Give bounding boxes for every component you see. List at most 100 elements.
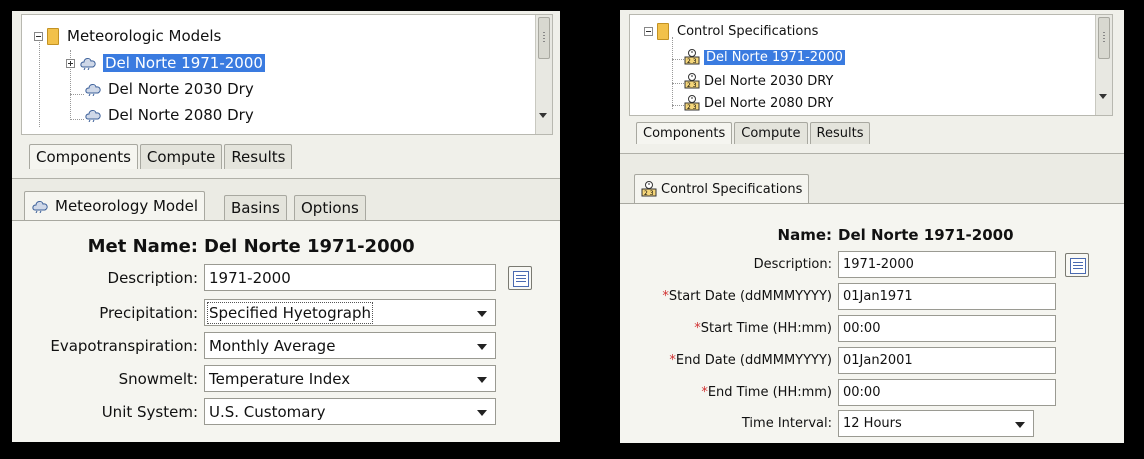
- end-time-field[interactable]: 00:00: [838, 379, 1056, 406]
- folder-icon: [47, 27, 59, 45]
- snowmelt-select[interactable]: Temperature Index: [204, 365, 496, 392]
- control-specifications-panel: Control Specifications 2 3 Del Norte 197…: [620, 10, 1124, 443]
- tree-root-meteorologic-models[interactable]: Meteorologic Models: [34, 27, 221, 45]
- tree-item-label: Del Norte 1971-2000: [704, 49, 845, 65]
- cloud-icon: [32, 201, 48, 213]
- meteorologic-models-panel: Meteorologic Models Del Norte 1971-2000 …: [12, 11, 560, 442]
- control-spec-icon: 2 3: [641, 181, 657, 197]
- tree-connector: [672, 37, 673, 109]
- tree-item-label: Del Norte 1971-2000: [103, 54, 265, 72]
- tab-results[interactable]: Results: [224, 144, 293, 169]
- component-editor: Meteorology Model Basins Options Met Nam…: [12, 178, 560, 442]
- tree-item[interactable]: 2 3 Del Norte 2080 DRY: [684, 95, 833, 111]
- time-interval-label: Time Interval:: [741, 416, 832, 431]
- cloud-icon: [85, 110, 101, 122]
- unit-system-label: Unit System:: [101, 402, 198, 421]
- start-time-field[interactable]: 00:00: [838, 315, 1056, 342]
- tree-scrollbar[interactable]: [1095, 15, 1112, 115]
- tab-options[interactable]: Options: [294, 195, 366, 221]
- tab-components[interactable]: Components: [29, 144, 138, 169]
- tab-compute[interactable]: Compute: [734, 122, 808, 144]
- end-date-row: *End Date (ddMMMYYYY) 01Jan2001: [620, 347, 1056, 374]
- scrollbar-thumb[interactable]: [1098, 17, 1110, 59]
- control-spec-icon: 2 3: [684, 49, 700, 65]
- control-specifications-tree[interactable]: Control Specifications 2 3 Del Norte 197…: [629, 14, 1113, 116]
- tree-root-control-specifications[interactable]: Control Specifications: [644, 23, 818, 40]
- unit-system-row: Unit System: U.S. Customary: [12, 398, 496, 425]
- name-label: Name:: [777, 226, 832, 244]
- component-editor: 2 3 Control Specifications Name: Del Nor…: [620, 153, 1124, 443]
- cloud-icon: [85, 84, 101, 96]
- collapse-icon[interactable]: [34, 31, 43, 41]
- tree-scrollbar[interactable]: [535, 15, 552, 134]
- name-value: Del Norte 1971-2000: [838, 226, 1014, 244]
- chevron-down-icon: [477, 344, 487, 350]
- tab-label: Meteorology Model: [55, 197, 199, 215]
- component-tabs: Components Compute Results: [636, 122, 872, 144]
- tab-meteorology-model[interactable]: Meteorology Model: [24, 191, 206, 221]
- edit-description-icon[interactable]: [1065, 253, 1089, 277]
- svg-text:2 3: 2 3: [687, 104, 697, 111]
- tab-control-specifications[interactable]: 2 3 Control Specifications: [634, 174, 810, 204]
- precipitation-label: Precipitation:: [99, 303, 198, 322]
- met-name-value: Del Norte 1971-2000: [204, 236, 415, 257]
- chevron-down-icon: [477, 311, 487, 317]
- tab-basins[interactable]: Basins: [224, 195, 287, 221]
- name-row: Name: Del Norte 1971-2000: [620, 226, 1014, 244]
- tree-item[interactable]: Del Norte 2030 Dry: [84, 80, 254, 98]
- component-tabs: Components Compute Results: [29, 144, 294, 169]
- cloud-icon: [80, 58, 96, 70]
- tree-item[interactable]: Del Norte 2080 Dry: [84, 106, 254, 124]
- description-row: Description: 1971-2000: [620, 251, 1056, 278]
- edit-description-icon[interactable]: [508, 266, 532, 290]
- tree-item-label: Del Norte 2030 Dry: [108, 80, 254, 98]
- precipitation-row: Precipitation: Specified Hyetograph: [12, 299, 496, 326]
- end-date-label: *End Date (ddMMMYYYY): [669, 353, 832, 368]
- time-interval-row: Time Interval: 12 Hours: [620, 410, 1034, 437]
- control-specifications-form: Name: Del Norte 1971-2000 Description: 1…: [620, 203, 1124, 443]
- start-date-field[interactable]: 01Jan1971: [838, 283, 1056, 310]
- folder-icon: [657, 23, 669, 40]
- snowmelt-label: Snowmelt:: [118, 369, 198, 388]
- description-field[interactable]: 1971-2000: [204, 264, 496, 291]
- end-date-field[interactable]: 01Jan2001: [838, 347, 1056, 374]
- tree-item[interactable]: 2 3 Del Norte 1971-2000: [684, 49, 845, 65]
- scrollbar-thumb[interactable]: [538, 17, 550, 59]
- scroll-down-icon[interactable]: [1099, 94, 1107, 99]
- end-time-row: *End Time (HH:mm) 00:00: [620, 379, 1056, 406]
- meteorology-model-form: Met Name: Del Norte 1971-2000 Descriptio…: [12, 220, 560, 442]
- svg-text:2 3: 2 3: [687, 82, 697, 89]
- end-time-label: *End Time (HH:mm): [701, 385, 832, 400]
- tree-connector: [672, 59, 684, 60]
- description-label: Description:: [753, 257, 832, 272]
- tree-item-label: Del Norte 2080 Dry: [108, 106, 254, 124]
- tab-results[interactable]: Results: [809, 122, 871, 144]
- collapse-icon[interactable]: [644, 27, 653, 36]
- scroll-down-icon[interactable]: [539, 113, 547, 118]
- tree-item-label: Del Norte 2080 DRY: [704, 95, 834, 111]
- svg-text:2 3: 2 3: [687, 58, 697, 65]
- snowmelt-row: Snowmelt: Temperature Index: [12, 365, 496, 392]
- evapotranspiration-row: Evapotranspiration: Monthly Average: [12, 332, 496, 359]
- evapotranspiration-select[interactable]: Monthly Average: [204, 332, 496, 359]
- tree-connector: [70, 94, 84, 95]
- tree-connector: [672, 105, 684, 106]
- tab-components[interactable]: Components: [636, 122, 733, 144]
- control-spec-icon: 2 3: [684, 73, 700, 89]
- tab-compute[interactable]: Compute: [139, 144, 223, 169]
- start-time-label: *Start Time (HH:mm): [694, 321, 832, 336]
- chevron-down-icon: [477, 410, 487, 416]
- met-name-row: Met Name: Del Norte 1971-2000: [12, 236, 415, 257]
- evapotranspiration-label: Evapotranspiration:: [50, 336, 198, 355]
- precipitation-select[interactable]: Specified Hyetograph: [204, 299, 496, 326]
- time-interval-select[interactable]: 12 Hours: [838, 410, 1034, 437]
- chevron-down-icon: [477, 377, 487, 383]
- tree-item[interactable]: Del Norte 1971-2000: [66, 54, 265, 72]
- description-field[interactable]: 1971-2000: [838, 251, 1056, 278]
- description-label: Description:: [107, 268, 198, 287]
- unit-system-select[interactable]: U.S. Customary: [204, 398, 496, 425]
- expand-icon[interactable]: [66, 58, 75, 68]
- chevron-down-icon: [1015, 422, 1025, 428]
- tree-item[interactable]: 2 3 Del Norte 2030 DRY: [684, 73, 833, 89]
- meteorologic-models-tree[interactable]: Meteorologic Models Del Norte 1971-2000 …: [21, 14, 553, 135]
